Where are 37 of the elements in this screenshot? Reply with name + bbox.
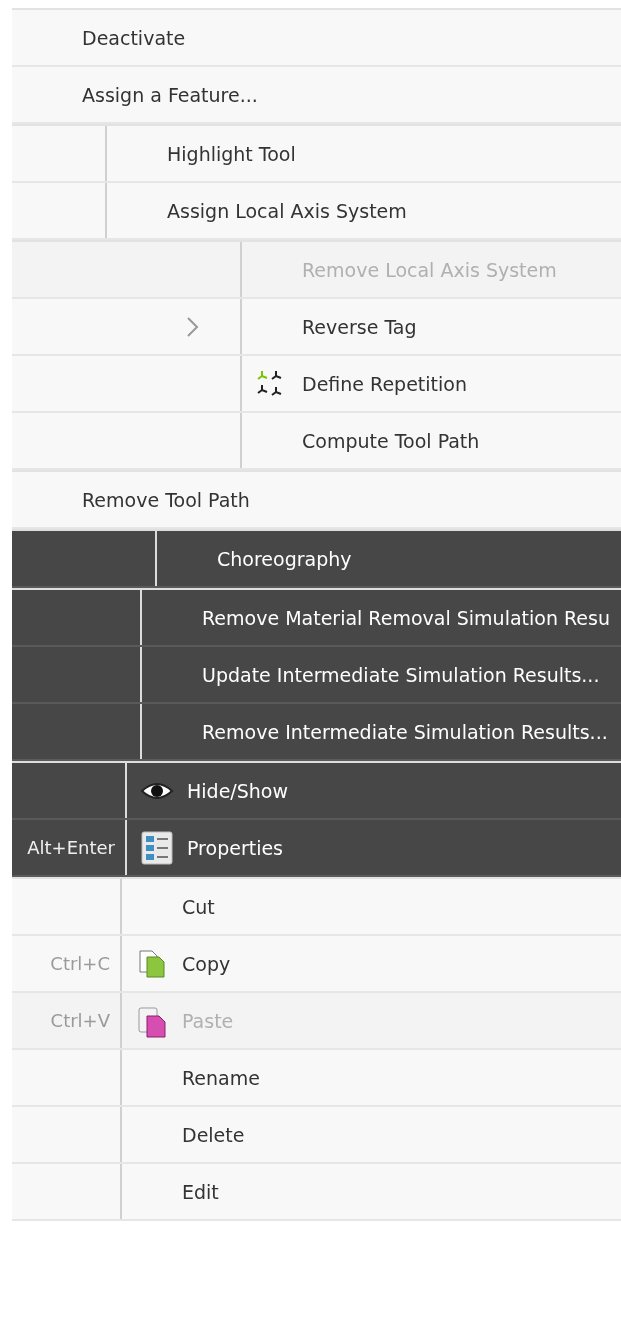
shortcut-text: Alt+Enter: [27, 837, 115, 858]
menu-item[interactable]: Cut: [12, 879, 621, 936]
menu-label: Edit: [182, 1180, 219, 1203]
menu-label: Choreography: [217, 547, 352, 570]
menu-label: Remove Material Removal Simulation Resu: [202, 606, 610, 629]
menu-label: Deactivate: [82, 26, 186, 49]
menu-item[interactable]: Delete: [12, 1107, 621, 1164]
menu-item[interactable]: Highlight Tool: [12, 126, 621, 183]
menu-label: Remove Intermediate Simulation Results...: [202, 720, 608, 743]
menu-item[interactable]: Update Intermediate Simulation Results...: [12, 647, 621, 704]
shortcut-text: Ctrl+V: [50, 1010, 110, 1031]
menu-label: Cut: [182, 895, 215, 918]
menu-item[interactable]: Hide/Show: [12, 763, 621, 820]
menu-label: Define Repetition: [302, 372, 467, 395]
menu-item[interactable]: Remove Material Removal Simulation Resu: [12, 590, 621, 647]
menu-label: Assign Local Axis System: [167, 199, 407, 222]
menu-item[interactable]: Edit: [12, 1164, 621, 1221]
menu-label: Rename: [182, 1066, 260, 1089]
menu-label: Update Intermediate Simulation Results...: [202, 663, 600, 686]
properties-icon: [141, 830, 173, 865]
copy-icon: [137, 948, 167, 979]
menu-label: Delete: [182, 1123, 245, 1146]
menu-label: Copy: [182, 952, 231, 975]
shortcut-text: Ctrl+C: [50, 953, 110, 974]
menu-label: Remove Tool Path: [82, 488, 250, 511]
menu-label: Highlight Tool: [167, 142, 296, 165]
menu-label: Remove Local Axis System: [302, 258, 557, 281]
menu-label: Paste: [182, 1009, 234, 1032]
menu-label: Reverse Tag: [302, 315, 417, 338]
menu-label: Hide/Show: [187, 779, 288, 802]
menu-label: Properties: [187, 836, 284, 859]
menu-item[interactable]: Rename: [12, 1050, 621, 1107]
menu-label: Assign a Feature...: [82, 83, 258, 106]
menu-label: Compute Tool Path: [302, 429, 480, 452]
menu-item[interactable]: Deactivate: [12, 10, 621, 67]
menu-item[interactable]: Define Repetition: [12, 356, 621, 413]
menu-item[interactable]: Reverse Tag: [12, 299, 621, 356]
